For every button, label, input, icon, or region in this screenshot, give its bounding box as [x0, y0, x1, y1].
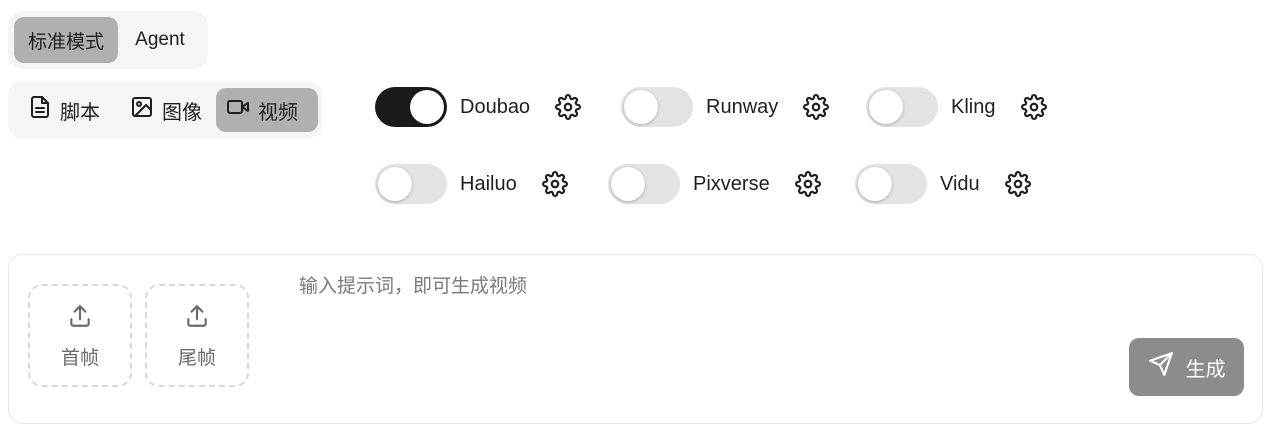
- prompt-input[interactable]: [297, 269, 1121, 333]
- gear-icon[interactable]: [555, 94, 582, 120]
- gear-icon[interactable]: [1021, 94, 1048, 120]
- video-camera-icon: [226, 95, 250, 125]
- last-frame-label: 尾帧: [177, 348, 216, 369]
- mode-switcher: 标准模式 Agent: [8, 11, 208, 69]
- tab-script-label: 脚本: [60, 101, 100, 124]
- tab-image-label: 图像: [162, 101, 202, 124]
- image-icon: [130, 95, 154, 125]
- hailuo-toggle[interactable]: [375, 164, 447, 204]
- model-name: Pixverse: [693, 172, 770, 195]
- model-name: Doubao: [460, 95, 531, 118]
- upload-icon: [67, 301, 93, 343]
- gear-icon[interactable]: [803, 94, 830, 120]
- gear-icon[interactable]: [1004, 171, 1031, 197]
- model-name: Vidu: [940, 172, 980, 195]
- runway-toggle[interactable]: [621, 87, 693, 127]
- upload-icon: [184, 301, 210, 343]
- model-name: Kling: [951, 95, 996, 118]
- generate-button[interactable]: 生成: [1129, 338, 1244, 396]
- model-name: Hailuo: [460, 172, 517, 195]
- vidu-toggle[interactable]: [855, 164, 927, 204]
- model-doubao: Doubao: [375, 87, 582, 127]
- model-vidu: Vidu: [855, 164, 1031, 204]
- model-kling: Kling: [866, 87, 1048, 127]
- tab-image[interactable]: 图像: [120, 88, 222, 132]
- tab-video-label: 视频: [258, 101, 298, 124]
- gear-icon[interactable]: [794, 171, 821, 197]
- tab-agent-label: Agent: [135, 29, 185, 50]
- last-frame-upload[interactable]: 尾帧: [145, 284, 249, 387]
- send-icon: [1148, 351, 1174, 383]
- model-hailuo: Hailuo: [375, 164, 568, 204]
- tab-script[interactable]: 脚本: [18, 88, 118, 132]
- content-type-switcher: 脚本 图像 视频: [8, 81, 322, 139]
- tab-standard-mode[interactable]: 标准模式: [14, 17, 118, 63]
- tab-agent[interactable]: Agent: [122, 17, 198, 63]
- prompt-panel: 首帧 尾帧 生成: [8, 254, 1263, 424]
- generate-label: 生成: [1185, 358, 1226, 381]
- model-pixverse: Pixverse: [608, 164, 821, 204]
- document-icon: [28, 95, 52, 125]
- pixverse-toggle[interactable]: [608, 164, 680, 204]
- doubao-toggle[interactable]: [375, 87, 447, 127]
- model-name: Runway: [706, 95, 779, 118]
- kling-toggle[interactable]: [866, 87, 938, 127]
- model-runway: Runway: [621, 87, 830, 127]
- tab-video[interactable]: 视频: [216, 88, 318, 132]
- first-frame-upload[interactable]: 首帧: [28, 284, 132, 387]
- gear-icon[interactable]: [541, 171, 568, 197]
- first-frame-label: 首帧: [60, 348, 99, 369]
- tab-standard-mode-label: 标准模式: [27, 31, 104, 53]
